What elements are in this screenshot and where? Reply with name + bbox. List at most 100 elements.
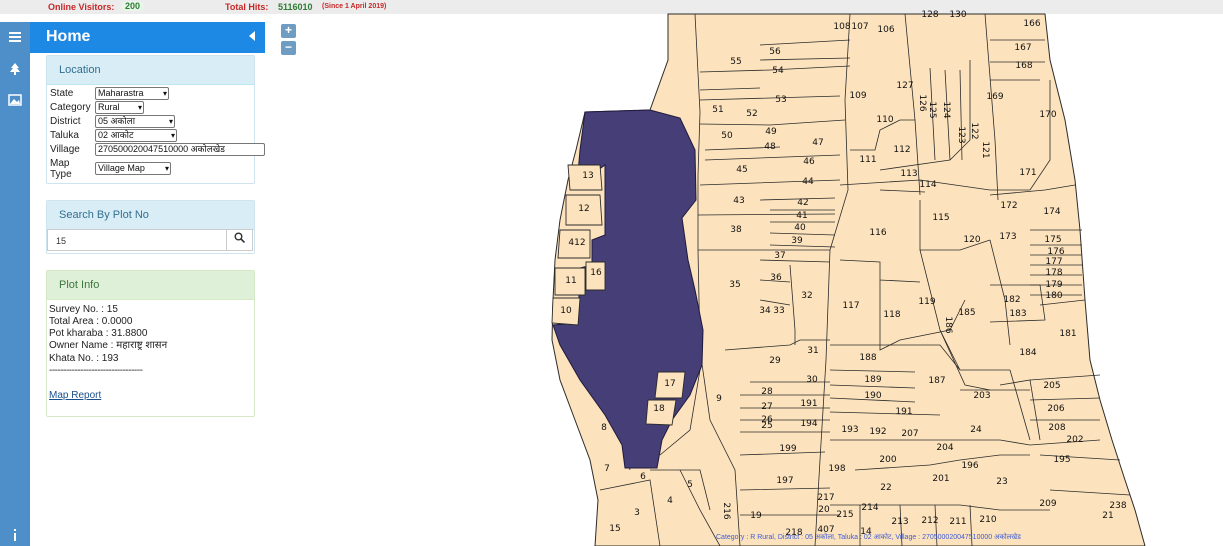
plot-label-108: 108 bbox=[833, 22, 850, 32]
plot-label-8: 8 bbox=[601, 423, 607, 433]
plot-label-54: 54 bbox=[772, 66, 784, 76]
menu-icon[interactable] bbox=[7, 30, 23, 46]
info-divider: --------------------------------- bbox=[49, 365, 143, 376]
plot-label-49: 49 bbox=[765, 127, 777, 137]
plot-label-197: 197 bbox=[776, 476, 793, 486]
search-heading: Search By Plot No bbox=[47, 201, 254, 230]
plot-label-189: 189 bbox=[864, 375, 881, 385]
plot-label-113: 113 bbox=[900, 169, 917, 179]
plot-label-184: 184 bbox=[1019, 348, 1036, 358]
chevron-down-icon: ▾ bbox=[168, 117, 173, 126]
tree-icon[interactable] bbox=[7, 62, 23, 78]
plot-label-48: 48 bbox=[764, 142, 776, 152]
plot-label-16: 16 bbox=[590, 268, 602, 278]
location-panel: Location State Maharastra ▾ Category Rura… bbox=[46, 55, 265, 184]
plot-label-110: 110 bbox=[876, 115, 893, 125]
plot-label-115: 115 bbox=[932, 213, 949, 223]
plot-label-15: 15 bbox=[609, 524, 620, 534]
plot-label-130: 130 bbox=[949, 10, 966, 20]
plot-search-input[interactable]: 15 bbox=[47, 229, 227, 251]
plot-label-215: 215 bbox=[836, 510, 853, 520]
plot-label-204: 204 bbox=[936, 443, 953, 453]
plot-label-121: 121 bbox=[980, 141, 990, 158]
map-report-link[interactable]: Map Report bbox=[49, 390, 101, 402]
khata-number: Khata No. : 193 bbox=[49, 353, 119, 364]
plot-label-117: 117 bbox=[842, 301, 859, 311]
plot-label-114: 114 bbox=[919, 180, 936, 190]
plot-label-192: 192 bbox=[869, 427, 886, 437]
plot-label-168: 168 bbox=[1015, 61, 1032, 71]
category-select[interactable]: Rural ▾ bbox=[95, 101, 144, 114]
plot-label-170: 170 bbox=[1039, 110, 1056, 120]
plot-label-106: 106 bbox=[877, 25, 894, 35]
plot-label-3: 3 bbox=[634, 508, 640, 518]
plot-label-185: 185 bbox=[958, 308, 975, 318]
plot-info-heading: Plot Info bbox=[47, 271, 254, 300]
zoom-in-button[interactable]: + bbox=[281, 24, 296, 38]
plot-label-4: 4 bbox=[667, 496, 673, 506]
plot-label-186: 186 bbox=[943, 316, 953, 333]
plot-label-118: 118 bbox=[883, 310, 900, 320]
plot-label-193: 193 bbox=[841, 425, 858, 435]
plot-label-116: 116 bbox=[869, 228, 886, 238]
plot-label-175: 175 bbox=[1044, 235, 1061, 245]
plot-label-126: 126 bbox=[917, 94, 927, 111]
plot-label-37: 37 bbox=[774, 251, 785, 261]
village-select[interactable]: 270500020047510000 अकोलखेड bbox=[95, 143, 265, 156]
state-select[interactable]: Maharastra ▾ bbox=[95, 87, 169, 100]
plot-label-171: 171 bbox=[1019, 168, 1036, 178]
plot-label-27: 27 bbox=[761, 402, 772, 412]
plot-label-173: 173 bbox=[999, 232, 1016, 242]
plot-label-176: 176 bbox=[1047, 247, 1064, 257]
search-icon bbox=[234, 232, 246, 244]
taluka-select[interactable]: 02 आकोट ▾ bbox=[95, 129, 177, 142]
plot-label-56: 56 bbox=[769, 47, 781, 57]
plot-label-45: 45 bbox=[736, 165, 747, 175]
plot-label-212: 212 bbox=[921, 516, 938, 526]
plot-label-10: 10 bbox=[560, 306, 572, 316]
plot-label-119: 119 bbox=[918, 297, 935, 307]
plot-label-122: 122 bbox=[969, 122, 979, 139]
district-select[interactable]: 05 अकोला ▾ bbox=[95, 115, 175, 128]
plot-label-21: 21 bbox=[1102, 511, 1113, 521]
plot-label-183: 183 bbox=[1009, 309, 1026, 319]
plot-label-111: 111 bbox=[859, 155, 876, 165]
plot-label-47: 47 bbox=[812, 138, 823, 148]
plot-label-24: 24 bbox=[970, 425, 982, 435]
plot-label-42: 42 bbox=[797, 198, 808, 208]
plot-label-167: 167 bbox=[1014, 43, 1031, 53]
plot-label-206: 206 bbox=[1047, 404, 1064, 414]
plot-label-213: 213 bbox=[891, 517, 908, 527]
zoom-out-button[interactable]: − bbox=[281, 41, 296, 55]
chevron-down-icon: ▾ bbox=[137, 103, 142, 112]
plot-label-33: 33 bbox=[773, 306, 784, 316]
plot-label-195: 195 bbox=[1053, 455, 1070, 465]
plot-label-32: 32 bbox=[801, 291, 812, 301]
plot-label-11: 11 bbox=[565, 276, 576, 286]
plot-label-13: 13 bbox=[582, 171, 593, 181]
plot-label-9: 9 bbox=[716, 394, 722, 404]
plot-label-169: 169 bbox=[986, 92, 1003, 102]
collapse-sidebar-icon[interactable] bbox=[249, 31, 255, 41]
taluka-label: Taluka bbox=[50, 130, 79, 141]
plot-label-205: 205 bbox=[1043, 381, 1060, 391]
plot-label-30: 30 bbox=[806, 375, 818, 385]
plot-label-191: 191 bbox=[800, 399, 817, 409]
plot-label-107: 107 bbox=[851, 22, 868, 32]
plot-label-120: 120 bbox=[963, 235, 980, 245]
plot-label-5: 5 bbox=[687, 480, 693, 490]
plot-label-216: 216 bbox=[721, 502, 731, 519]
plot-label-46: 46 bbox=[803, 157, 815, 167]
plot-label-412: 412 bbox=[568, 238, 585, 248]
plot-label-12: 12 bbox=[578, 204, 589, 214]
owner-name: Owner Name : महाराष्ट्र शासन bbox=[49, 340, 168, 351]
map-type-select[interactable]: Village Map ▾ bbox=[95, 162, 171, 175]
image-icon[interactable] bbox=[7, 93, 23, 109]
info-icon[interactable] bbox=[7, 527, 23, 543]
plot-label-19: 19 bbox=[750, 511, 762, 521]
chevron-down-icon: ▾ bbox=[162, 89, 167, 98]
plot-label-128: 128 bbox=[921, 10, 938, 20]
plot-label-200: 200 bbox=[879, 455, 896, 465]
chevron-down-icon: ▾ bbox=[170, 131, 175, 140]
search-button[interactable] bbox=[226, 229, 253, 251]
